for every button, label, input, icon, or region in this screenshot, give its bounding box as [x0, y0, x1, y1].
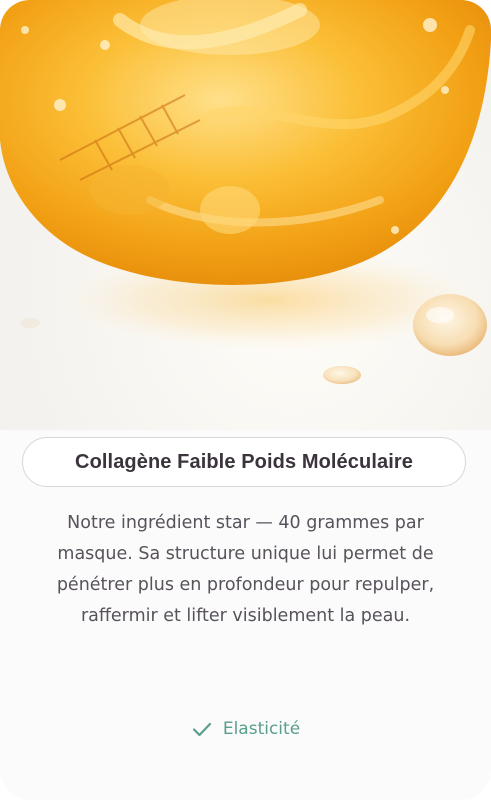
ingredient-description: Notre ingrédient star — 40 grammes par m…: [56, 513, 435, 626]
ingredient-title: Collagène Faible Poids Moléculaire: [75, 450, 413, 473]
check-icon: [191, 718, 213, 740]
ingredient-title-pill: Collagène Faible Poids Moléculaire: [22, 437, 466, 487]
collagen-gel-image: [0, 0, 491, 430]
benefit-label: Elasticité: [222, 719, 301, 739]
benefit-item: Elasticité: [0, 714, 491, 744]
ingredient-card: Collagène Faible Poids Moléculaire Notre…: [0, 0, 491, 800]
